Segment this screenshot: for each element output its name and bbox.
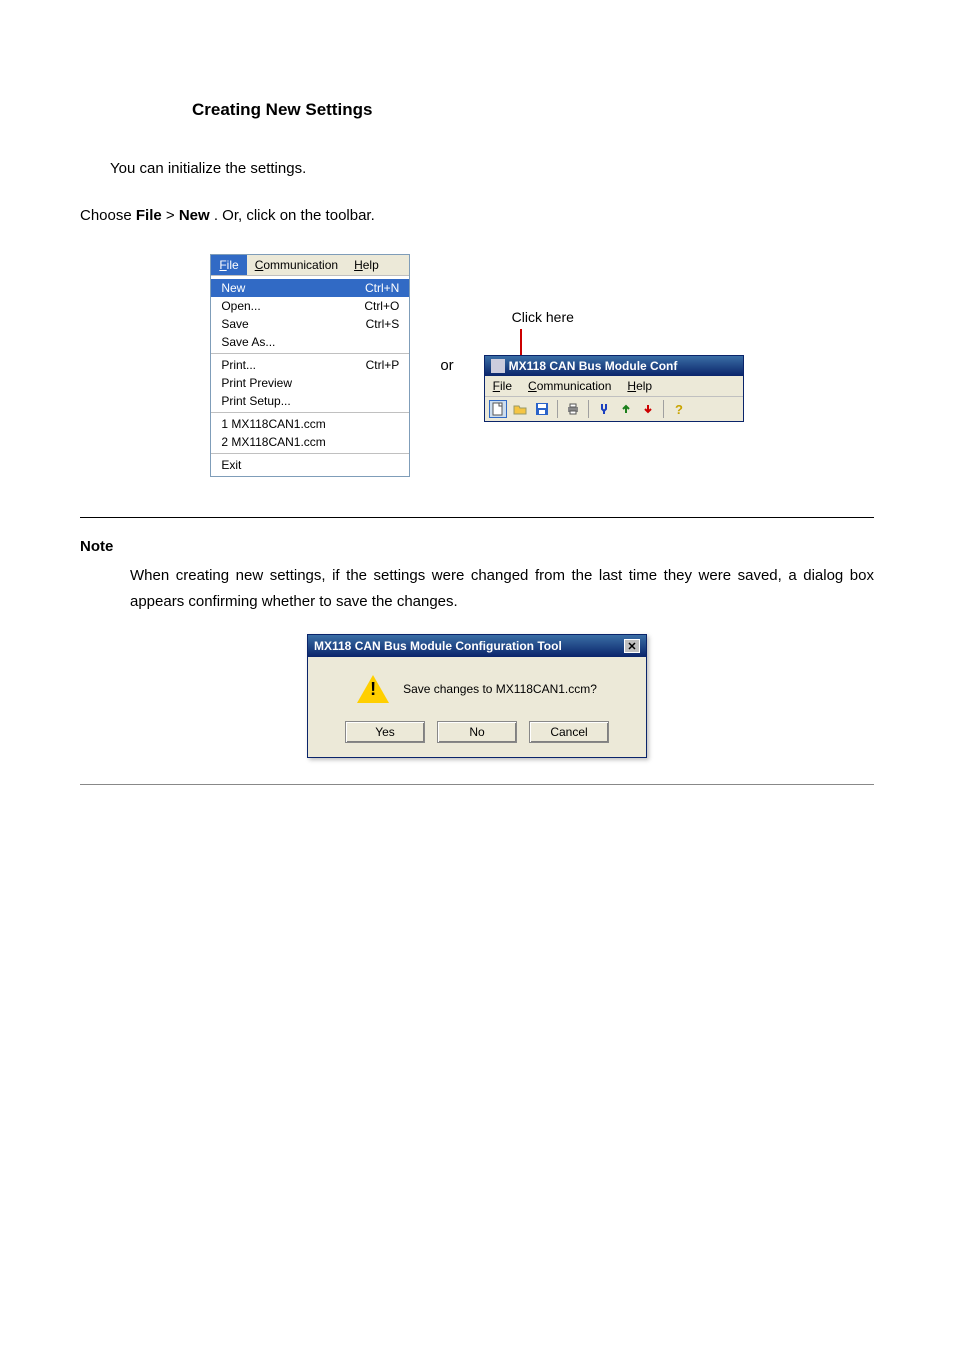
menu-item-save-as[interactable]: Save As... <box>211 333 409 351</box>
instr-p3: . Or, click <box>214 207 280 224</box>
note-label: Note <box>80 538 874 555</box>
intro-text: You can initialize the settings. <box>110 160 874 177</box>
menubar-help-u: H <box>354 258 363 272</box>
svg-text:?: ? <box>675 402 683 416</box>
toolbar-separator <box>663 400 664 418</box>
about-icon[interactable]: ? <box>670 400 688 418</box>
open-icon[interactable] <box>511 400 529 418</box>
menubar: File Communication Help <box>211 255 409 276</box>
menu-item-recent-1[interactable]: 1 MX118CAN1.ccm <box>211 415 409 433</box>
separator <box>80 517 874 518</box>
toolbar-separator <box>557 400 558 418</box>
menu-item-open[interactable]: Open... Ctrl+O <box>211 297 409 315</box>
menu-item-new[interactable]: New Ctrl+N <box>211 279 409 297</box>
dialog-screenshot: MX118 CAN Bus Module Configuration Tool … <box>80 634 874 758</box>
menu-item-shortcut: Ctrl+O <box>364 299 399 313</box>
toolbar-title-text: MX118 CAN Bus Module Conf <box>509 359 678 373</box>
download-icon[interactable] <box>639 400 657 418</box>
menubar-file[interactable]: File <box>211 255 246 275</box>
menu-item-shortcut: Ctrl+S <box>366 317 400 331</box>
toolbar-titlebar: MX118 CAN Bus Module Conf <box>485 356 743 376</box>
menu-item-print[interactable]: Print... Ctrl+P <box>211 356 409 374</box>
click-here-label: Click here <box>512 309 574 325</box>
instr-p1: Choose <box>80 207 136 224</box>
file-dropdown: New Ctrl+N Open... Ctrl+O Save Ctrl+S Save … <box>211 276 409 476</box>
menu-item-label: Open... <box>221 299 260 313</box>
toolbar-window: MX118 CAN Bus Module Conf File Communica… <box>484 355 744 422</box>
menu-item-shortcut: Ctrl+P <box>366 358 400 372</box>
toolbar-icons: ? <box>485 397 743 421</box>
screenshots-row: File Communication Help New Ctrl+N Open..… <box>80 254 874 477</box>
new-icon[interactable] <box>489 400 507 418</box>
warning-icon <box>357 675 389 703</box>
instr-p4: on the toolbar. <box>280 207 375 224</box>
dialog-titlebar: MX118 CAN Bus Module Configuration Tool … <box>308 635 646 657</box>
toolbar-separator <box>588 400 589 418</box>
instr-file: File <box>136 207 162 224</box>
menu-item-label: Save As... <box>221 335 275 349</box>
note-text: When creating new settings, if the setti… <box>130 563 874 614</box>
menu-item-label: Print Preview <box>221 376 292 390</box>
separator-bottom <box>80 784 874 785</box>
menubar-help[interactable]: Help <box>346 255 387 275</box>
menu-item-shortcut: Ctrl+N <box>365 281 399 295</box>
menu-item-label: Print... <box>221 358 256 372</box>
menu-item-exit[interactable]: Exit <box>211 456 409 474</box>
tb-menu-communication[interactable]: Communication <box>520 376 619 396</box>
yes-button[interactable]: Yes <box>345 721 425 743</box>
menu-item-print-setup[interactable]: Print Setup... <box>211 392 409 410</box>
toolbar-menubar: File Communication Help <box>485 376 743 397</box>
instr-new: New <box>179 207 210 224</box>
toolbar-screenshot: Click here MX118 CAN Bus Module Conf Fil… <box>484 309 744 422</box>
no-button[interactable]: No <box>437 721 517 743</box>
connect-icon[interactable] <box>595 400 613 418</box>
menubar-file-u: F <box>219 258 226 272</box>
menubar-comm-u: C <box>255 258 264 272</box>
confirm-dialog: MX118 CAN Bus Module Configuration Tool … <box>307 634 647 758</box>
cancel-button[interactable]: Cancel <box>529 721 609 743</box>
close-icon[interactable]: ✕ <box>624 639 640 653</box>
instr-p2: > <box>166 207 179 224</box>
menu-item-label: 1 MX118CAN1.ccm <box>221 417 325 431</box>
file-menu-screenshot: File Communication Help New Ctrl+N Open..… <box>210 254 410 477</box>
instruction-line: Choose File > New . Or, click on the too… <box>80 207 874 224</box>
menu-item-label: Save <box>221 317 248 331</box>
save-icon[interactable] <box>533 400 551 418</box>
menu-item-label: Print Setup... <box>221 394 290 408</box>
pointer-line <box>520 329 522 355</box>
menu-item-label: 2 MX118CAN1.ccm <box>221 435 325 449</box>
tb-menu-help[interactable]: Help <box>619 376 660 396</box>
tb-menu-file[interactable]: File <box>485 376 520 396</box>
section-heading: Creating New Settings <box>192 100 874 120</box>
upload-icon[interactable] <box>617 400 635 418</box>
menu-item-print-preview[interactable]: Print Preview <box>211 374 409 392</box>
app-icon <box>491 359 505 373</box>
menu-item-label: Exit <box>221 458 241 472</box>
menu-item-recent-2[interactable]: 2 MX118CAN1.ccm <box>211 433 409 451</box>
dialog-title-text: MX118 CAN Bus Module Configuration Tool <box>314 639 562 653</box>
print-icon[interactable] <box>564 400 582 418</box>
menu-item-save[interactable]: Save Ctrl+S <box>211 315 409 333</box>
menubar-communication[interactable]: Communication <box>247 255 346 275</box>
dialog-body: Save changes to MX118CAN1.ccm? Yes No Ca… <box>308 657 646 757</box>
dialog-message: Save changes to MX118CAN1.ccm? <box>403 682 597 696</box>
menu-item-label: New <box>221 281 245 295</box>
or-label: or <box>440 357 453 374</box>
